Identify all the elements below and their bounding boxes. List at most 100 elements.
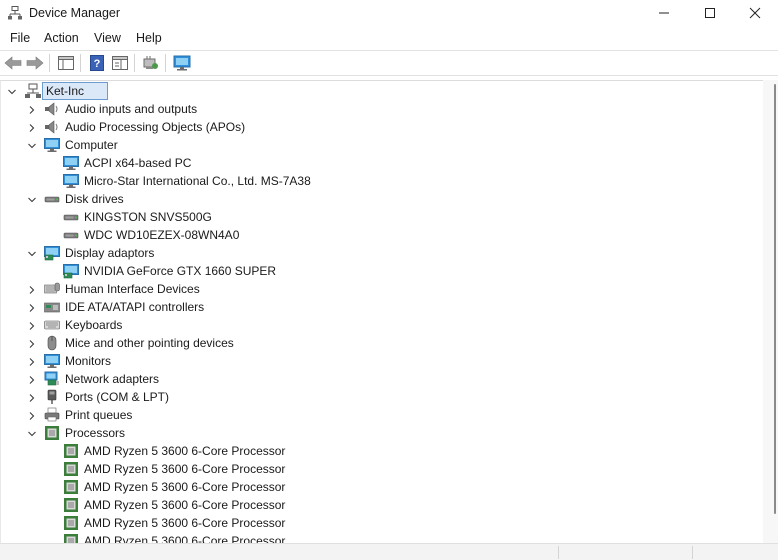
scan-hardware-button[interactable] — [141, 53, 161, 73]
chevron-right-icon[interactable] — [27, 284, 37, 294]
tree-item-label: IDE ATA/ATAPI controllers — [65, 300, 205, 314]
tree-item-label: AMD Ryzen 5 3600 6-Core Processor — [84, 462, 286, 476]
tree-device-row[interactable]: AMD Ryzen 5 3600 6-Core Processor — [1, 514, 761, 532]
tree-device-row[interactable]: NVIDIA GeForce GTX 1660 SUPER — [1, 262, 761, 280]
printer-icon — [44, 407, 60, 422]
processor-icon — [64, 444, 78, 458]
tree-item-label: AMD Ryzen 5 3600 6-Core Processor — [84, 516, 286, 530]
tree-category-row[interactable]: Network adapters — [1, 370, 761, 388]
show-hide-console-tree-icon — [58, 56, 74, 70]
device-manager-icon — [8, 6, 22, 20]
tree-item-label: Ports (COM & LPT) — [65, 390, 170, 404]
vertical-scrollbar[interactable] — [763, 80, 778, 543]
tree-item-label: Print queues — [65, 408, 133, 422]
tree-item-label: ACPI x64-based PC — [84, 156, 192, 170]
toolbar-separator — [134, 54, 135, 72]
tree-item-label: Display adaptors — [65, 246, 155, 260]
tree-category-row[interactable]: Audio inputs and outputs — [1, 100, 761, 118]
tree-category-row[interactable]: Keyboards — [1, 316, 761, 334]
monitor-icon — [44, 138, 60, 152]
tree-item-label: AMD Ryzen 5 3600 6-Core Processor — [84, 534, 286, 543]
tree-category-row[interactable]: Disk drives — [1, 190, 761, 208]
chevron-right-icon[interactable] — [27, 320, 37, 330]
menu-action[interactable]: Action — [44, 31, 79, 45]
chevron-right-icon[interactable] — [27, 374, 37, 384]
menu-file[interactable]: File — [10, 31, 30, 45]
maximize-button[interactable] — [687, 0, 733, 26]
update-driver-button[interactable] — [172, 53, 192, 73]
chevron-right-icon[interactable] — [27, 338, 37, 348]
forward-button[interactable] — [25, 53, 45, 73]
menu-view[interactable]: View — [94, 31, 121, 45]
tree-category-row[interactable]: Human Interface Devices — [1, 280, 761, 298]
chevron-down-icon[interactable] — [7, 86, 17, 96]
speaker-icon — [45, 102, 58, 116]
tree-root-row[interactable]: Ket-Inc — [1, 82, 761, 100]
tree-category-row[interactable]: Mice and other pointing devices — [1, 334, 761, 352]
help-icon: ? — [90, 55, 104, 71]
scan-hardware-icon — [143, 56, 158, 69]
tree-device-row[interactable]: ACPI x64-based PC — [1, 154, 761, 172]
tree-device-row[interactable]: AMD Ryzen 5 3600 6-Core Processor — [1, 532, 761, 543]
close-icon — [749, 7, 761, 19]
status-bar — [0, 543, 778, 560]
chevron-right-icon[interactable] — [27, 356, 37, 366]
chevron-right-icon[interactable] — [27, 392, 37, 402]
chevron-down-icon[interactable] — [27, 140, 37, 150]
svg-text:?: ? — [94, 58, 101, 70]
tree-device-row[interactable]: Micro-Star International Co., Ltd. MS-7A… — [1, 172, 761, 190]
chevron-down-icon[interactable] — [27, 428, 37, 438]
show-hide-console-tree-button[interactable] — [56, 53, 76, 73]
tree-device-row[interactable]: AMD Ryzen 5 3600 6-Core Processor — [1, 460, 761, 478]
tree-device-row[interactable]: AMD Ryzen 5 3600 6-Core Processor — [1, 496, 761, 514]
tree-device-row[interactable]: WDC WD10EZEX-08WN4A0 — [1, 226, 761, 244]
tree-category-row[interactable]: Monitors — [1, 352, 761, 370]
tree-item-label: Micro-Star International Co., Ltd. MS-7A… — [84, 174, 311, 188]
monitor-icon — [63, 174, 79, 188]
close-button[interactable] — [732, 0, 778, 26]
window-title: Device Manager — [29, 6, 121, 20]
tree-item-label: Ket-Inc — [46, 84, 85, 98]
minimize-button[interactable] — [641, 0, 687, 26]
tree-item-label: KINGSTON SNVS500G — [84, 210, 212, 224]
chevron-right-icon[interactable] — [27, 104, 37, 114]
tree-item-label: AMD Ryzen 5 3600 6-Core Processor — [84, 498, 286, 512]
tree-category-row[interactable]: IDE ATA/ATAPI controllers — [1, 298, 761, 316]
tree-category-row[interactable]: Ports (COM & LPT) — [1, 388, 761, 406]
tree-item-label: Computer — [65, 138, 118, 152]
ide-controller-icon — [44, 302, 60, 313]
display-adapter-icon — [44, 246, 60, 261]
tree-category-row[interactable]: Print queues — [1, 406, 761, 424]
tree-device-row[interactable]: AMD Ryzen 5 3600 6-Core Processor — [1, 478, 761, 496]
processor-icon — [64, 534, 78, 543]
minimize-icon — [659, 12, 669, 14]
menu-help[interactable]: Help — [136, 31, 162, 45]
chevron-right-icon[interactable] — [27, 122, 37, 132]
monitor-icon — [173, 55, 191, 71]
computer-network-icon — [25, 83, 41, 98]
tree-item-label: Human Interface Devices — [65, 282, 200, 296]
disk-drive-icon — [63, 232, 79, 239]
tree-device-row[interactable]: KINGSTON SNVS500G — [1, 208, 761, 226]
chevron-right-icon[interactable] — [27, 302, 37, 312]
tree-category-row[interactable]: Processors — [1, 424, 761, 442]
properties-button[interactable] — [110, 53, 130, 73]
tree-category-row[interactable]: Display adaptors — [1, 244, 761, 262]
chevron-right-icon[interactable] — [27, 410, 37, 420]
tree-category-row[interactable]: Computer — [1, 136, 761, 154]
chevron-down-icon[interactable] — [27, 194, 37, 204]
status-divider — [692, 546, 693, 559]
device-tree: Ket-Inc Audio inputs and outputs Audio Pro… — [0, 80, 763, 543]
help-button[interactable]: ? — [87, 53, 107, 73]
processor-icon — [64, 462, 78, 476]
tree-device-row[interactable]: AMD Ryzen 5 3600 6-Core Processor — [1, 442, 761, 460]
toolbar-separator — [49, 54, 50, 72]
monitor-icon — [44, 354, 60, 368]
tree-item-label: Keyboards — [65, 318, 123, 332]
scrollbar-thumb[interactable] — [774, 84, 776, 514]
chevron-down-icon[interactable] — [27, 248, 37, 258]
tree-item-label: AMD Ryzen 5 3600 6-Core Processor — [84, 444, 286, 458]
processor-icon — [64, 516, 78, 530]
back-button[interactable] — [3, 53, 23, 73]
tree-category-row[interactable]: Audio Processing Objects (APOs) — [1, 118, 761, 136]
